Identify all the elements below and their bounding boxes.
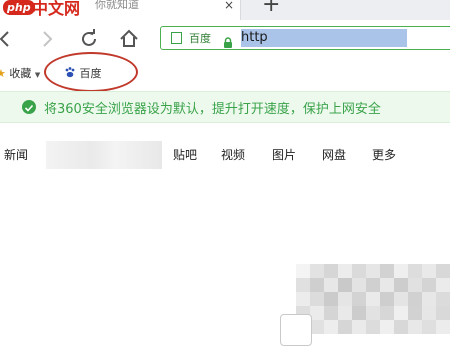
tab-close-button[interactable]: × <box>224 0 234 12</box>
forward-icon[interactable] <box>36 28 58 50</box>
annotation-circle <box>44 52 138 92</box>
new-tab-button[interactable]: + <box>262 0 280 17</box>
blurred-region <box>46 141 162 169</box>
nav-link-tieba[interactable]: 贴吧 <box>173 146 197 163</box>
watermark-logo: php 中文网 <box>0 0 90 20</box>
default-browser-infobar: 将360安全浏览器设为默认，提升打开速度，保护上网安全 <box>0 91 450 123</box>
blurred-logo <box>296 264 450 339</box>
tab-strip: 一下，你就知道 × + php 中文网 <box>0 0 450 20</box>
check-icon <box>22 100 36 114</box>
certificate-icon[interactable] <box>171 32 182 44</box>
nav-link-netdisk[interactable]: 网盘 <box>322 146 346 163</box>
nav-link-news[interactable]: 新闻 <box>4 146 28 163</box>
chevron-down-icon: ▼ <box>34 71 41 79</box>
reload-icon[interactable] <box>78 28 100 50</box>
star-icon: ★ <box>0 67 6 80</box>
nav-link-more[interactable]: 更多 <box>372 146 396 163</box>
nav-link-images[interactable]: 图片 <box>272 146 296 163</box>
address-bar[interactable]: 百度 http <box>160 26 450 50</box>
lock-icon[interactable] <box>223 33 233 52</box>
site-identity-label: 百度 <box>189 32 211 45</box>
url-text[interactable]: http <box>241 29 407 47</box>
home-icon[interactable] <box>118 28 140 50</box>
nav-link-video[interactable]: 视频 <box>221 146 245 163</box>
watermark-text: 中文网 <box>32 0 81 18</box>
search-box-corner[interactable] <box>280 314 312 346</box>
back-icon[interactable] <box>0 28 16 50</box>
watermark-badge: php <box>3 0 35 15</box>
favorites-label: 收藏 <box>9 67 32 80</box>
infobar-message[interactable]: 将360安全浏览器设为默认，提升打开速度，保护上网安全 <box>44 98 381 117</box>
favorites-menu[interactable]: ★ 收藏 ▼ <box>0 65 40 81</box>
